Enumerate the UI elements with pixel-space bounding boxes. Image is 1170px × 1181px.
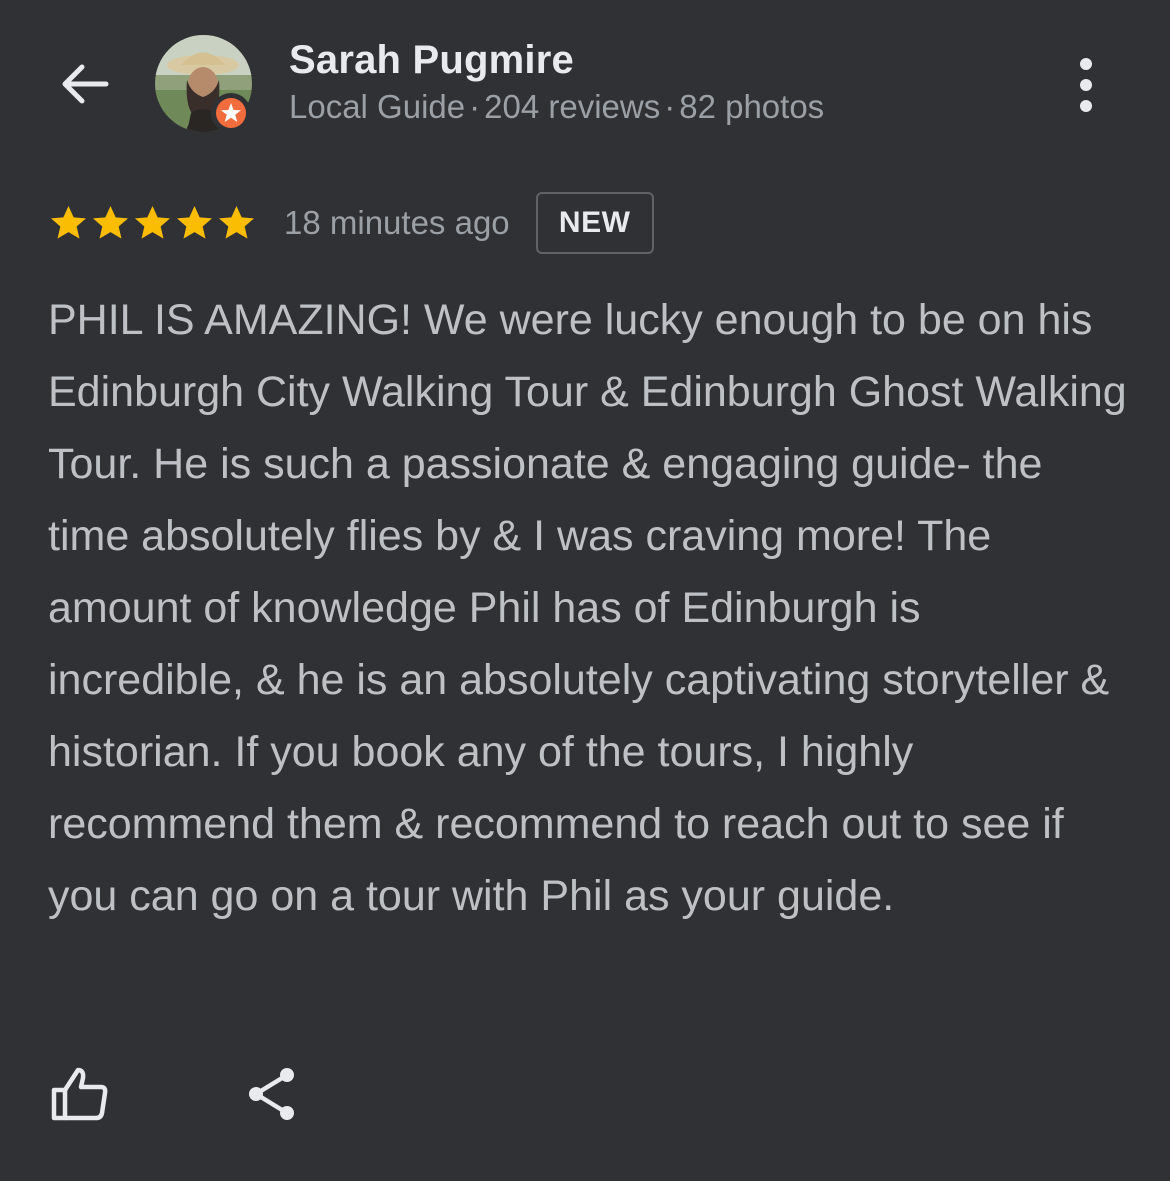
- star-rating: [48, 203, 258, 243]
- review-text: PHIL IS AMAZING! We were lucky enough to…: [48, 296, 1127, 920]
- reviewer-photo-count: 82 photos: [679, 88, 825, 125]
- meta-separator: ·: [469, 88, 481, 125]
- arrow-back-icon: [62, 64, 109, 104]
- rating-row: 18 minutes ago NEW: [48, 190, 654, 256]
- meta-separator: ·: [664, 88, 676, 125]
- star-icon: [51, 206, 86, 239]
- more-options-button[interactable]: [1060, 52, 1112, 116]
- reviewer-name[interactable]: Sarah Pugmire: [289, 38, 574, 83]
- reviewer-review-count: 204 reviews: [484, 88, 661, 125]
- local-guide-badge: [211, 93, 251, 133]
- reviewer-level: Local Guide: [289, 88, 466, 125]
- thumb-up-icon: [51, 1067, 108, 1121]
- local-guide-badge-icon: [216, 98, 246, 128]
- review-time: 18 minutes ago: [284, 204, 510, 241]
- reviewer-meta: Local Guide · 204 reviews · 82 photos: [289, 88, 824, 126]
- star-icon: [219, 206, 254, 239]
- share-button[interactable]: [236, 1058, 308, 1130]
- back-button[interactable]: [52, 52, 116, 116]
- star-icon: [177, 206, 212, 239]
- more-vert-icon: [1080, 58, 1092, 112]
- like-button[interactable]: [44, 1058, 116, 1130]
- share-icon: [249, 1068, 294, 1120]
- new-badge: NEW: [535, 192, 654, 254]
- star-icon: [93, 206, 128, 239]
- star-icon: [135, 206, 170, 239]
